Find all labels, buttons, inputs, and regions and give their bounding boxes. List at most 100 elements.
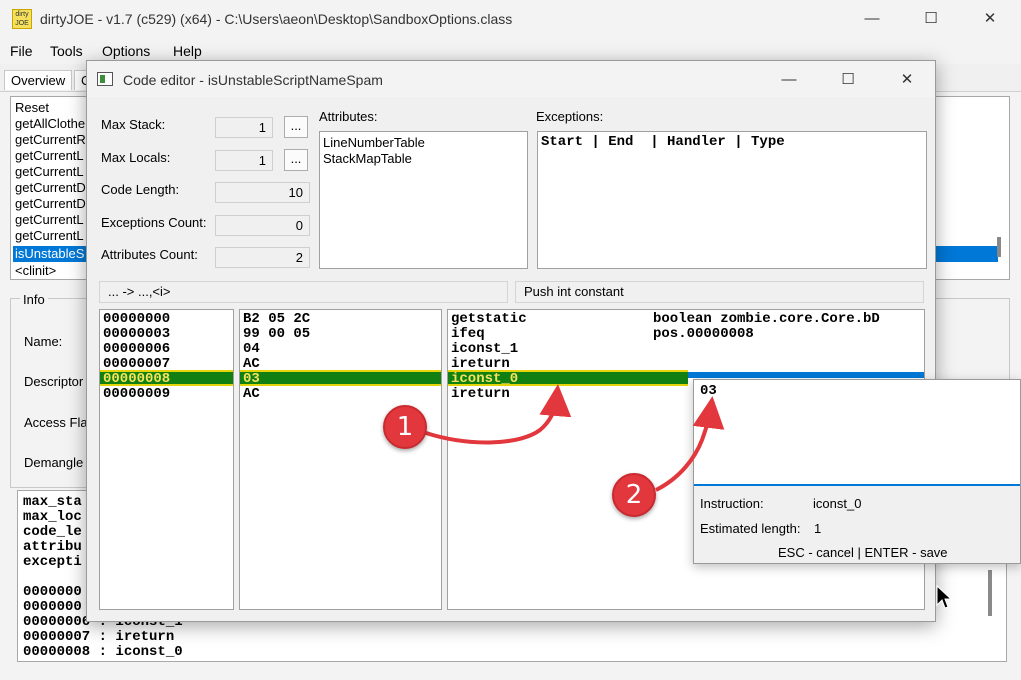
- method-item[interactable]: getCurrentD: [15, 196, 86, 212]
- mnemonic-cell-selected[interactable]: iconst_0: [451, 372, 518, 387]
- bytes-cell[interactable]: AC: [243, 387, 260, 402]
- method-item[interactable]: getCurrentD: [15, 180, 86, 196]
- bytes-cell-selected[interactable]: 03: [243, 372, 260, 387]
- max-locals-value: 1: [215, 150, 273, 171]
- exceptions-label: Exceptions:: [536, 109, 604, 124]
- app-logo-text: dirty JOE: [15, 11, 29, 27]
- annotation-badge-1: 1: [383, 405, 427, 449]
- offset-cell[interactable]: 00000000: [103, 312, 170, 327]
- offset-column[interactable]: 00000000 00000003 00000006 00000007 0000…: [99, 309, 234, 610]
- menu-help[interactable]: Help: [173, 43, 202, 59]
- info-access-flags-label: Access Fla: [24, 415, 88, 430]
- exceptions-count-label: Exceptions Count:: [101, 215, 207, 230]
- method-item[interactable]: Reset: [15, 100, 49, 116]
- app-logo-icon: dirty JOE: [12, 9, 32, 29]
- summary-line: max_loc: [23, 509, 82, 525]
- editor-close-button[interactable]: ✕: [895, 69, 919, 91]
- summary-line: 0000000: [23, 599, 82, 615]
- instruction-bytes-input[interactable]: 03: [694, 380, 1020, 486]
- menu-bar: File Tools Options Help: [0, 40, 1021, 62]
- mnemonic-cell[interactable]: ireturn: [451, 357, 510, 372]
- bytes-cell[interactable]: AC: [243, 357, 260, 372]
- annotation-badge-2: 2: [612, 473, 656, 517]
- method-item[interactable]: getCurrentR: [15, 132, 86, 148]
- estimated-length-value: 1: [814, 521, 822, 536]
- method-list-scrollbar[interactable]: [997, 237, 1001, 257]
- code-length-label: Code Length:: [101, 182, 180, 197]
- popup-keyboard-help: ESC - cancel | ENTER - save: [778, 545, 948, 560]
- mouse-cursor-icon: [936, 585, 952, 609]
- selected-row-highlight: [240, 370, 441, 386]
- summary-line: 00000008 : iconst_0: [23, 644, 183, 660]
- mnemonic-cell[interactable]: ifeq: [451, 327, 485, 342]
- exceptions-header: Start | End | Handler | Type: [541, 134, 785, 150]
- editor-minimize-button[interactable]: —: [777, 69, 801, 91]
- attributes-count-value: 2: [215, 247, 310, 268]
- attributes-label: Attributes:: [319, 109, 378, 124]
- method-item[interactable]: getCurrentL: [15, 212, 84, 228]
- editor-window-icon: [97, 72, 113, 86]
- instruction-bytes-value[interactable]: 03: [700, 384, 717, 399]
- attribute-item[interactable]: LineNumberTable: [323, 135, 425, 151]
- max-stack-value: 1: [215, 117, 273, 138]
- instruction-edit-popup: 03 Instruction: iconst_0 Estimated lengt…: [693, 379, 1021, 564]
- max-stack-edit-button[interactable]: ...: [284, 116, 308, 138]
- instruction-description-hint: Push int constant: [515, 281, 924, 303]
- editor-titlebar: Code editor - isUnstableScriptNameSpam —…: [87, 61, 935, 97]
- summary-line: attribu: [23, 539, 82, 555]
- menu-file[interactable]: File: [10, 43, 33, 59]
- tab-overview[interactable]: Overview: [4, 70, 73, 90]
- method-item-selected[interactable]: isUnstableS: [15, 246, 84, 262]
- attribute-item[interactable]: StackMapTable: [323, 151, 412, 167]
- bytes-cell[interactable]: B2 05 2C: [243, 312, 310, 327]
- estimated-length-label: Estimated length:: [700, 521, 801, 536]
- exceptions-count-value: 0: [215, 215, 310, 236]
- maximize-button[interactable]: ☐: [919, 8, 943, 30]
- method-item[interactable]: getCurrentL: [15, 148, 84, 164]
- method-item[interactable]: <clinit>: [15, 263, 56, 279]
- method-item[interactable]: getCurrentL: [15, 228, 84, 244]
- attributes-list[interactable]: LineNumberTable StackMapTable: [319, 131, 528, 269]
- minimize-button[interactable]: —: [860, 8, 884, 30]
- max-locals-edit-button[interactable]: ...: [284, 149, 308, 171]
- operand-cell[interactable]: pos.00000008: [653, 327, 754, 342]
- offset-cell-selected[interactable]: 00000008: [103, 372, 170, 387]
- summary-line: 00000007 : ireturn: [23, 629, 175, 645]
- mnemonic-cell[interactable]: ireturn: [451, 387, 510, 402]
- method-item[interactable]: getAllClothe: [15, 116, 85, 132]
- code-length-value: 10: [215, 182, 310, 203]
- summary-scrollbar[interactable]: [988, 570, 992, 616]
- info-name-label: Name:: [24, 334, 63, 349]
- offset-cell[interactable]: 00000007: [103, 357, 170, 372]
- attributes-count-label: Attributes Count:: [101, 247, 198, 262]
- bytes-cell[interactable]: 04: [243, 342, 260, 357]
- info-group-title: Info: [20, 292, 48, 307]
- exceptions-table[interactable]: Start | End | Handler | Type: [537, 131, 927, 269]
- info-demangled-label: Demangle: [24, 455, 84, 470]
- menu-tools[interactable]: Tools: [50, 43, 83, 59]
- operand-cell[interactable]: boolean zombie.core.Core.bD: [653, 312, 880, 327]
- stack-effect-hint: ... -> ...,<i>: [99, 281, 508, 303]
- editor-title: Code editor - isUnstableScriptNameSpam: [123, 72, 383, 88]
- window-title: dirtyJOE - v1.7 (c529) (x64) - C:\Users\…: [40, 11, 513, 27]
- max-stack-label: Max Stack:: [101, 117, 166, 132]
- offset-cell[interactable]: 00000003: [103, 327, 170, 342]
- info-descriptor-label: Descriptor: [24, 374, 84, 389]
- mnemonic-cell[interactable]: getstatic: [451, 312, 527, 327]
- close-button[interactable]: ✕: [978, 8, 1002, 30]
- method-item[interactable]: getCurrentL: [15, 164, 84, 180]
- editor-maximize-button[interactable]: ☐: [836, 69, 860, 91]
- summary-line: 0000000: [23, 584, 82, 600]
- bytes-cell[interactable]: 99 00 05: [243, 327, 310, 342]
- summary-line: code_le: [23, 524, 82, 540]
- offset-cell[interactable]: 00000006: [103, 342, 170, 357]
- menu-options[interactable]: Options: [102, 43, 150, 59]
- instruction-value: iconst_0: [813, 496, 862, 511]
- mnemonic-cell[interactable]: iconst_1: [451, 342, 518, 357]
- popup-anchor-bar: [688, 372, 924, 378]
- instruction-label: Instruction:: [700, 496, 764, 511]
- bytes-column[interactable]: B2 05 2C 99 00 05 04 AC 03 AC: [239, 309, 442, 610]
- max-locals-label: Max Locals:: [101, 150, 171, 165]
- offset-cell[interactable]: 00000009: [103, 387, 170, 402]
- summary-line: max_sta: [23, 494, 82, 510]
